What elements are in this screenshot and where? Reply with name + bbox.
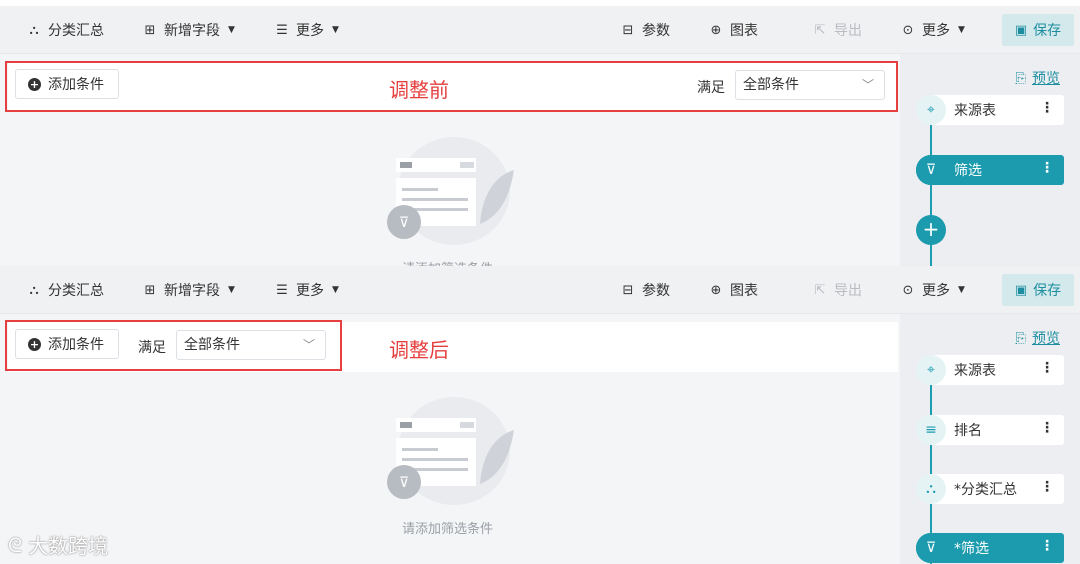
caret-down-icon: ▼ xyxy=(228,285,235,295)
annotation-before: 调整前 xyxy=(389,78,449,102)
save-button[interactable]: ▣ 保存 xyxy=(1002,14,1074,46)
toolbar: ⛬ 分类汇总 ⊞ 新增字段 ▼ ☰ 更多 ▼ ⊟ 参数 ⊕ 图表 ⇱ 导出 ⊙ … xyxy=(0,266,1080,314)
classify-summary-button[interactable]: ⛬ 分类汇总 xyxy=(26,266,104,314)
params-button[interactable]: ⊟ 参数 xyxy=(620,6,670,54)
side-panel: ⎘ 预览 ⌖ 来源表 ⋮ ≡ 排名 ⋮ ⛬ *分类汇总 ⋮ ⊽ *筛选 ⋮ xyxy=(900,314,1080,564)
preview-icon: ⎘ xyxy=(1015,70,1026,86)
plus-circle-icon: ⊕ xyxy=(710,22,722,38)
add-node-button[interactable]: + xyxy=(916,215,946,245)
preview-link[interactable]: ⎘ 预览 xyxy=(1016,68,1060,88)
annotation-after: 调整后 xyxy=(389,338,449,362)
more-circle-icon: ⊙ xyxy=(902,282,914,298)
add-field-button[interactable]: ⊞ 新增字段 ▼ xyxy=(142,266,235,314)
caret-down-icon: ▼ xyxy=(228,25,235,35)
node-rank[interactable]: ≡ 排名 ⋮ xyxy=(916,415,1064,445)
caret-down-icon: ▼ xyxy=(332,25,339,35)
chart-button[interactable]: ⊕ 图表 xyxy=(708,6,758,54)
caret-down-icon: ▼ xyxy=(958,285,965,295)
save-icon: ▣ xyxy=(1014,22,1028,38)
list-icon: ☰ xyxy=(276,22,288,38)
hierarchy-icon: ⛬ xyxy=(916,474,946,504)
more-vert-icon[interactable]: ⋮ xyxy=(1040,160,1054,176)
empty-illustration: ⊽ xyxy=(387,397,514,505)
classify-summary-button[interactable]: ⛬ 分类汇总 xyxy=(26,6,104,54)
preview-link[interactable]: ⎘ 预览 xyxy=(1016,328,1060,348)
panel-before: ⛬ 分类汇总 ⊞ 新增字段 ▼ ☰ 更多 ▼ ⊟ 参数 ⊕ 图表 ⇱ 导出 ⊙ … xyxy=(0,0,1080,266)
crosshair-icon: ⌖ xyxy=(916,355,946,385)
rank-icon: ≡ xyxy=(916,415,946,445)
svg-text:⊽: ⊽ xyxy=(399,475,409,491)
add-column-icon: ⊞ xyxy=(144,22,156,38)
highlight-box-after xyxy=(5,320,342,371)
node-filter[interactable]: ⊽ *筛选 ⋮ xyxy=(916,533,1064,563)
more-circle-icon: ⊙ xyxy=(902,22,914,38)
more-vert-icon[interactable]: ⋮ xyxy=(1040,360,1054,376)
params-icon: ⊟ xyxy=(622,22,634,38)
caret-down-icon: ▼ xyxy=(332,285,339,295)
caret-down-icon: ▼ xyxy=(958,25,965,35)
more-right-button[interactable]: ⊙ 更多 ▼ xyxy=(900,6,965,54)
more-left-button[interactable]: ☰ 更多 ▼ xyxy=(274,6,339,54)
more-left-button[interactable]: ☰ 更多 ▼ xyxy=(274,266,339,314)
add-column-icon: ⊞ xyxy=(144,282,156,298)
export-icon: ⇱ xyxy=(814,22,826,38)
params-button[interactable]: ⊟ 参数 xyxy=(620,266,670,314)
watermark: ᘓ 大数跨境 xyxy=(8,532,109,559)
node-source-table[interactable]: ⌖ 来源表 ⋮ xyxy=(916,95,1064,125)
node-source-table[interactable]: ⌖ 来源表 ⋮ xyxy=(916,355,1064,385)
hierarchy-icon: ⛬ xyxy=(29,22,39,38)
panel-after: ⛬ 分类汇总 ⊞ 新增字段 ▼ ☰ 更多 ▼ ⊟ 参数 ⊕ 图表 ⇱ 导出 ⊙ … xyxy=(0,266,1080,564)
empty-text: 请添加筛选条件 xyxy=(402,522,494,537)
logo-icon: ᘓ xyxy=(8,532,23,557)
save-icon: ▣ xyxy=(1014,282,1028,298)
save-button[interactable]: ▣ 保存 xyxy=(1002,274,1074,306)
highlight-box-before xyxy=(5,61,898,112)
svg-text:⊽: ⊽ xyxy=(399,215,409,231)
side-panel: ⎘ 预览 ⌖ 来源表 ⋮ ⊽ 筛选 ⋮ + xyxy=(900,54,1080,266)
list-icon: ☰ xyxy=(276,282,288,298)
params-icon: ⊟ xyxy=(622,282,634,298)
hierarchy-icon: ⛬ xyxy=(29,282,39,298)
plus-circle-icon: ⊕ xyxy=(710,282,722,298)
preview-icon: ⎘ xyxy=(1015,330,1026,346)
filter-icon: ⊽ xyxy=(916,533,946,563)
more-vert-icon[interactable]: ⋮ xyxy=(1040,479,1054,495)
node-filter[interactable]: ⊽ 筛选 ⋮ xyxy=(916,155,1064,185)
more-right-button[interactable]: ⊙ 更多 ▼ xyxy=(900,266,965,314)
more-vert-icon[interactable]: ⋮ xyxy=(1040,100,1054,116)
more-vert-icon[interactable]: ⋮ xyxy=(1040,538,1054,554)
node-classify-summary[interactable]: ⛬ *分类汇总 ⋮ xyxy=(916,474,1064,504)
filter-icon: ⊽ xyxy=(916,155,946,185)
more-vert-icon[interactable]: ⋮ xyxy=(1040,420,1054,436)
chart-button[interactable]: ⊕ 图表 xyxy=(708,266,758,314)
crosshair-icon: ⌖ xyxy=(916,95,946,125)
export-button[interactable]: ⇱ 导出 xyxy=(812,266,862,314)
toolbar: ⛬ 分类汇总 ⊞ 新增字段 ▼ ☰ 更多 ▼ ⊟ 参数 ⊕ 图表 ⇱ 导出 ⊙ … xyxy=(0,6,1080,54)
add-field-button[interactable]: ⊞ 新增字段 ▼ xyxy=(142,6,235,54)
export-button[interactable]: ⇱ 导出 xyxy=(812,6,862,54)
export-icon: ⇱ xyxy=(814,282,826,298)
empty-text-partial: 请添加筛选条件 xyxy=(402,258,493,266)
empty-illustration: ⊽ xyxy=(387,137,514,245)
